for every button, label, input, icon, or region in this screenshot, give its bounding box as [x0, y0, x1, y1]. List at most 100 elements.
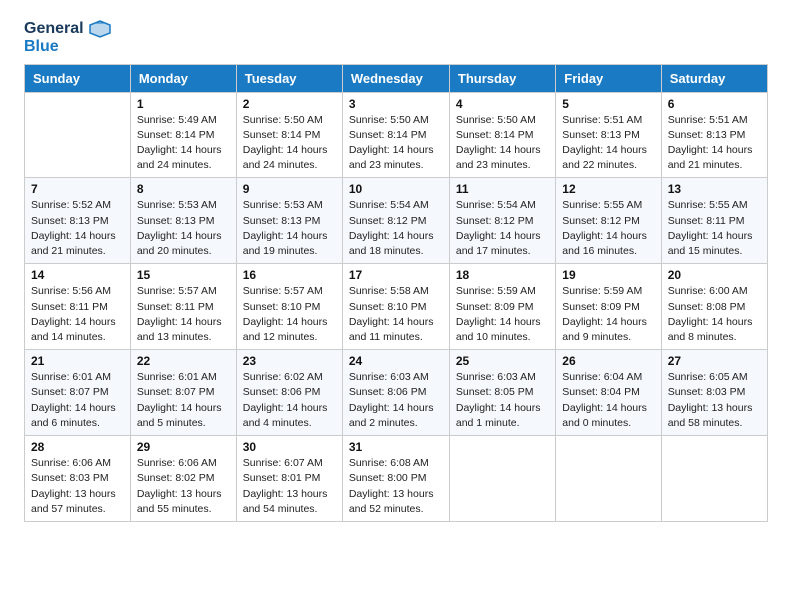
day-number: 25	[456, 354, 549, 368]
day-of-week-thursday: Thursday	[449, 64, 555, 92]
day-info: Sunrise: 5:52 AM Sunset: 8:13 PM Dayligh…	[31, 198, 124, 259]
calendar-cell: 22 Sunrise: 6:01 AM Sunset: 8:07 PM Dayli…	[130, 350, 236, 436]
day-number: 28	[31, 440, 124, 454]
day-info: Sunrise: 6:01 AM Sunset: 8:07 PM Dayligh…	[137, 370, 230, 431]
calendar-table: SundayMondayTuesdayWednesdayThursdayFrid…	[24, 64, 768, 522]
day-number: 31	[349, 440, 443, 454]
calendar-cell: 11 Sunrise: 5:54 AM Sunset: 8:12 PM Dayli…	[449, 178, 555, 264]
calendar-cell: 1Sunrise: 5:49 AM Sunset: 8:14 PM Daylig…	[130, 92, 236, 178]
calendar-cell: 31 Sunrise: 6:08 AM Sunset: 8:00 PM Dayli…	[342, 436, 449, 522]
calendar-cell	[25, 92, 131, 178]
day-info: Sunrise: 5:57 AM Sunset: 8:10 PM Dayligh…	[243, 284, 336, 345]
calendar-cell	[556, 436, 661, 522]
day-info: Sunrise: 5:55 AM Sunset: 8:11 PM Dayligh…	[668, 198, 761, 259]
calendar-cell: 21Sunrise: 6:01 AM Sunset: 8:07 PM Dayli…	[25, 350, 131, 436]
day-info: Sunrise: 5:58 AM Sunset: 8:10 PM Dayligh…	[349, 284, 443, 345]
day-info: Sunrise: 5:50 AM Sunset: 8:14 PM Dayligh…	[243, 113, 336, 174]
calendar-cell: 29 Sunrise: 6:06 AM Sunset: 8:02 PM Dayli…	[130, 436, 236, 522]
day-number: 11	[456, 182, 549, 196]
calendar-cell: 12Sunrise: 5:55 AM Sunset: 8:12 PM Dayli…	[556, 178, 661, 264]
day-number: 19	[562, 268, 654, 282]
day-info: Sunrise: 6:06 AM Sunset: 8:02 PM Dayligh…	[137, 456, 230, 517]
calendar-cell: 2 Sunrise: 5:50 AM Sunset: 8:14 PM Daylig…	[236, 92, 342, 178]
day-number: 23	[243, 354, 336, 368]
day-number: 16	[243, 268, 336, 282]
day-info: Sunrise: 5:54 AM Sunset: 8:12 PM Dayligh…	[349, 198, 443, 259]
day-info: Sunrise: 5:51 AM Sunset: 8:13 PM Dayligh…	[562, 113, 654, 174]
calendar-cell: 3 Sunrise: 5:50 AM Sunset: 8:14 PM Daylig…	[342, 92, 449, 178]
day-of-week-tuesday: Tuesday	[236, 64, 342, 92]
calendar-week-3: 14 Sunrise: 5:56 AM Sunset: 8:11 PM Dayli…	[25, 264, 768, 350]
day-number: 18	[456, 268, 549, 282]
calendar-cell: 26 Sunrise: 6:04 AM Sunset: 8:04 PM Dayli…	[556, 350, 661, 436]
day-number: 15	[137, 268, 230, 282]
calendar-header-row: SundayMondayTuesdayWednesdayThursdayFrid…	[25, 64, 768, 92]
day-info: Sunrise: 5:59 AM Sunset: 8:09 PM Dayligh…	[456, 284, 549, 345]
day-of-week-sunday: Sunday	[25, 64, 131, 92]
day-number: 22	[137, 354, 230, 368]
day-info: Sunrise: 6:04 AM Sunset: 8:04 PM Dayligh…	[562, 370, 654, 431]
day-number: 17	[349, 268, 443, 282]
day-number: 10	[349, 182, 443, 196]
logo: General Blue	[24, 20, 111, 56]
day-of-week-saturday: Saturday	[661, 64, 767, 92]
logo-wordmark: General Blue	[24, 20, 111, 56]
day-number: 4	[456, 97, 549, 111]
day-info: Sunrise: 6:06 AM Sunset: 8:03 PM Dayligh…	[31, 456, 124, 517]
day-info: Sunrise: 6:01 AM Sunset: 8:07 PM Dayligh…	[31, 370, 124, 431]
logo-shape-icon	[89, 20, 111, 38]
day-info: Sunrise: 5:57 AM Sunset: 8:11 PM Dayligh…	[137, 284, 230, 345]
day-info: Sunrise: 6:08 AM Sunset: 8:00 PM Dayligh…	[349, 456, 443, 517]
day-number: 9	[243, 182, 336, 196]
calendar-cell: 17 Sunrise: 5:58 AM Sunset: 8:10 PM Dayli…	[342, 264, 449, 350]
day-number: 30	[243, 440, 336, 454]
calendar-cell: 6 Sunrise: 5:51 AM Sunset: 8:13 PM Daylig…	[661, 92, 767, 178]
calendar-cell: 18 Sunrise: 5:59 AM Sunset: 8:09 PM Dayli…	[449, 264, 555, 350]
day-number: 14	[31, 268, 124, 282]
day-of-week-wednesday: Wednesday	[342, 64, 449, 92]
calendar-cell: 30 Sunrise: 6:07 AM Sunset: 8:01 PM Dayli…	[236, 436, 342, 522]
day-info: Sunrise: 5:53 AM Sunset: 8:13 PM Dayligh…	[243, 198, 336, 259]
calendar-cell	[661, 436, 767, 522]
calendar-week-5: 28 Sunrise: 6:06 AM Sunset: 8:03 PM Dayli…	[25, 436, 768, 522]
calendar-cell: 28 Sunrise: 6:06 AM Sunset: 8:03 PM Dayli…	[25, 436, 131, 522]
day-info: Sunrise: 5:55 AM Sunset: 8:12 PM Dayligh…	[562, 198, 654, 259]
calendar-cell: 14 Sunrise: 5:56 AM Sunset: 8:11 PM Dayli…	[25, 264, 131, 350]
day-info: Sunrise: 6:07 AM Sunset: 8:01 PM Dayligh…	[243, 456, 336, 517]
day-info: Sunrise: 5:56 AM Sunset: 8:11 PM Dayligh…	[31, 284, 124, 345]
day-number: 6	[668, 97, 761, 111]
calendar-cell: 23 Sunrise: 6:02 AM Sunset: 8:06 PM Dayli…	[236, 350, 342, 436]
day-number: 27	[668, 354, 761, 368]
day-info: Sunrise: 6:00 AM Sunset: 8:08 PM Dayligh…	[668, 284, 761, 345]
day-of-week-monday: Monday	[130, 64, 236, 92]
day-number: 2	[243, 97, 336, 111]
calendar-cell: 8Sunrise: 5:53 AM Sunset: 8:13 PM Daylig…	[130, 178, 236, 264]
calendar-cell: 9 Sunrise: 5:53 AM Sunset: 8:13 PM Daylig…	[236, 178, 342, 264]
calendar-cell	[449, 436, 555, 522]
calendar-cell: 25Sunrise: 6:03 AM Sunset: 8:05 PM Dayli…	[449, 350, 555, 436]
day-number: 20	[668, 268, 761, 282]
day-info: Sunrise: 5:53 AM Sunset: 8:13 PM Dayligh…	[137, 198, 230, 259]
calendar-week-1: 1Sunrise: 5:49 AM Sunset: 8:14 PM Daylig…	[25, 92, 768, 178]
calendar-week-4: 21Sunrise: 6:01 AM Sunset: 8:07 PM Dayli…	[25, 350, 768, 436]
logo-blue-text: Blue	[24, 38, 111, 56]
calendar-cell: 5 Sunrise: 5:51 AM Sunset: 8:13 PM Daylig…	[556, 92, 661, 178]
day-info: Sunrise: 5:54 AM Sunset: 8:12 PM Dayligh…	[456, 198, 549, 259]
header: General Blue	[24, 20, 768, 56]
day-number: 26	[562, 354, 654, 368]
day-info: Sunrise: 5:59 AM Sunset: 8:09 PM Dayligh…	[562, 284, 654, 345]
calendar-cell: 15 Sunrise: 5:57 AM Sunset: 8:11 PM Dayli…	[130, 264, 236, 350]
day-info: Sunrise: 5:50 AM Sunset: 8:14 PM Dayligh…	[349, 113, 443, 174]
calendar-cell: 4Sunrise: 5:50 AM Sunset: 8:14 PM Daylig…	[449, 92, 555, 178]
day-number: 1	[137, 97, 230, 111]
day-info: Sunrise: 6:03 AM Sunset: 8:06 PM Dayligh…	[349, 370, 443, 431]
day-info: Sunrise: 6:02 AM Sunset: 8:06 PM Dayligh…	[243, 370, 336, 431]
day-info: Sunrise: 5:51 AM Sunset: 8:13 PM Dayligh…	[668, 113, 761, 174]
day-number: 3	[349, 97, 443, 111]
day-number: 13	[668, 182, 761, 196]
calendar-week-2: 7Sunrise: 5:52 AM Sunset: 8:13 PM Daylig…	[25, 178, 768, 264]
day-number: 29	[137, 440, 230, 454]
calendar-cell: 19 Sunrise: 5:59 AM Sunset: 8:09 PM Dayli…	[556, 264, 661, 350]
calendar-cell: 10 Sunrise: 5:54 AM Sunset: 8:12 PM Dayli…	[342, 178, 449, 264]
day-number: 5	[562, 97, 654, 111]
